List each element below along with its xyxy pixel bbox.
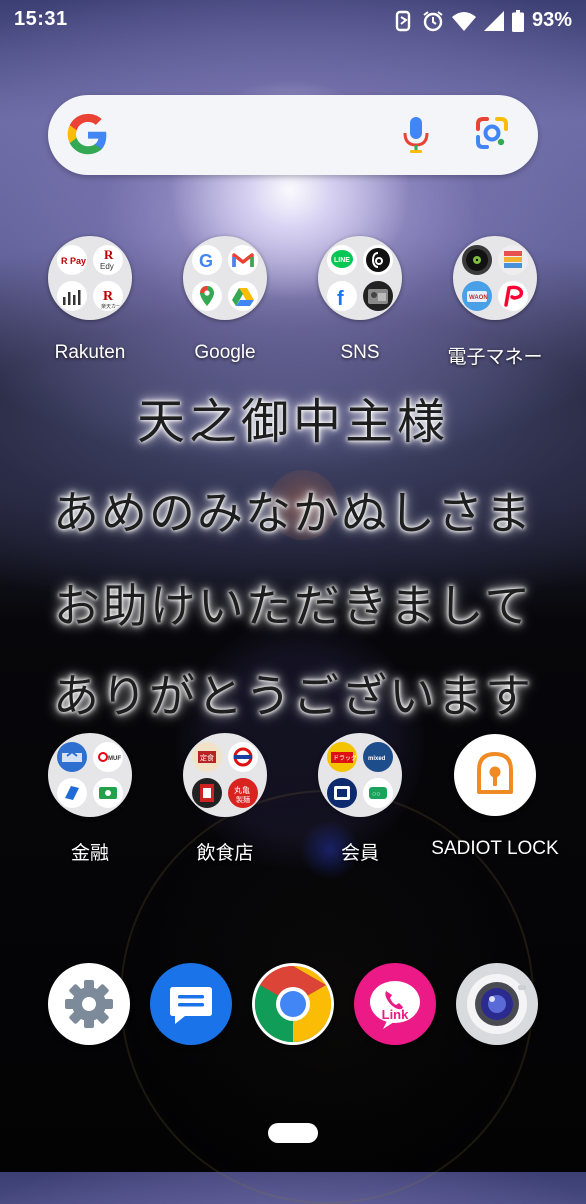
membership-icon: ○○ (363, 778, 393, 808)
folder-label-rakuten: Rakuten (54, 342, 126, 363)
paypay-icon (498, 281, 528, 311)
threads-icon (363, 245, 393, 275)
member-card-icon: ドラッグ (327, 742, 357, 772)
svg-text:丸亀: 丸亀 (234, 785, 250, 795)
battery-icon (511, 9, 524, 32)
link-icon-text: Link (381, 1007, 409, 1022)
rakuten-card-icon: R楽天カード (93, 281, 123, 311)
folder-label-e-money: 電子マネー (447, 347, 543, 368)
folder-label-membership: 会員 (340, 843, 379, 864)
rakuten-securities-icon (57, 281, 87, 311)
svg-text:楽天カード: 楽天カード (101, 303, 123, 310)
clock: 15:31 (14, 8, 68, 30)
microphone-icon[interactable] (402, 115, 430, 155)
camera-icon[interactable] (456, 963, 538, 1045)
google-maps-icon (192, 281, 222, 311)
sadiot-lock-app-icon[interactable] (454, 734, 536, 816)
svg-text:WAON: WAON (469, 295, 488, 301)
svg-text:f: f (337, 288, 344, 310)
folder-label-restaurants: 飲食店 (196, 843, 254, 864)
food-menu-icon (192, 778, 222, 808)
wallpaper-text-line-1: 天之御中主様 (136, 394, 449, 450)
wallpaper-text-line-2: あめのみなかぬしさま (53, 486, 533, 540)
svg-text:○○: ○○ (372, 791, 380, 798)
rakuten-pay-icon: R Pay (57, 245, 87, 275)
signal-icon (483, 10, 504, 31)
card-wallet-icon (498, 245, 528, 275)
folder-label-google: Google (194, 342, 256, 363)
food-app-icon: 定食 (192, 742, 222, 772)
waon-icon: WAON (462, 281, 492, 311)
google-lens-icon[interactable] (474, 115, 510, 151)
folder-label-finance: 金融 (70, 843, 109, 864)
google-icon: G (192, 245, 222, 275)
svg-text:MUF: MUF (108, 756, 121, 762)
bank-app-icon (57, 742, 87, 772)
vinyl-icon (462, 245, 492, 275)
svg-text:Edy: Edy (100, 262, 114, 271)
gmail-icon (228, 245, 258, 275)
settings-icon[interactable] (48, 963, 130, 1045)
folder-rakuten[interactable]: R Pay REdy R楽天カード (48, 236, 132, 320)
line-icon: LINE (327, 245, 357, 275)
battery-percentage: 93% (531, 9, 572, 31)
wallpaper-text-line-4: ありがとうございます (53, 669, 533, 723)
lock-icon (477, 752, 513, 794)
google-search-bar[interactable] (48, 95, 538, 175)
folder-e-money[interactable]: WAON (453, 236, 537, 320)
svg-text:R: R (103, 289, 114, 304)
facebook-icon: f (327, 281, 357, 311)
alarm-icon (423, 10, 443, 31)
photo-app-icon (363, 281, 393, 311)
link-icon[interactable]: Link (354, 963, 436, 1045)
svg-text:R: R (104, 247, 114, 262)
status-bar: 15:31 93% (0, 0, 586, 42)
home-gesture-bar[interactable] (268, 1123, 318, 1143)
svg-text:ドラッグ: ドラッグ (333, 754, 357, 762)
rakuten-edy-icon: R Edy (93, 245, 123, 275)
folder-finance[interactable]: MUF (48, 733, 132, 817)
mufg-icon: MUF (93, 742, 123, 772)
mixed-media-icon: mixed (363, 742, 393, 772)
folder-membership[interactable]: ドラッグ mixed ○○ (318, 733, 402, 817)
status-icons: 93% (394, 9, 572, 32)
svg-text:製麺: 製麺 (236, 795, 250, 804)
coupon-icon (327, 778, 357, 808)
folder-sns[interactable]: LINE f (318, 236, 402, 320)
svg-text:定食: 定食 (200, 753, 214, 762)
restaurant-app-icon (228, 742, 258, 772)
finance-app-icon (57, 778, 87, 808)
svg-text:R Pay: R Pay (61, 256, 86, 266)
svg-text:G: G (199, 251, 213, 271)
marugame-icon: 丸亀 製麺 (228, 778, 258, 808)
nfc-icon (395, 10, 411, 31)
folder-label-sns: SNS (340, 342, 380, 363)
wifi-icon (451, 11, 476, 31)
google-logo-icon (67, 113, 107, 155)
money-app-icon (93, 778, 123, 808)
chrome-icon[interactable] (252, 963, 334, 1045)
folder-google[interactable]: G (183, 236, 267, 320)
svg-text:mixed: mixed (368, 756, 386, 762)
google-drive-icon (228, 281, 258, 311)
folder-restaurants[interactable]: 定食 丸亀 製麺 (183, 733, 267, 817)
messages-icon[interactable] (150, 963, 232, 1045)
svg-text:LINE: LINE (334, 257, 350, 264)
app-label-sadiot-lock: SADIOT LOCK (431, 838, 559, 859)
wallpaper-text-line-3: お助けいただきまして (53, 579, 533, 633)
